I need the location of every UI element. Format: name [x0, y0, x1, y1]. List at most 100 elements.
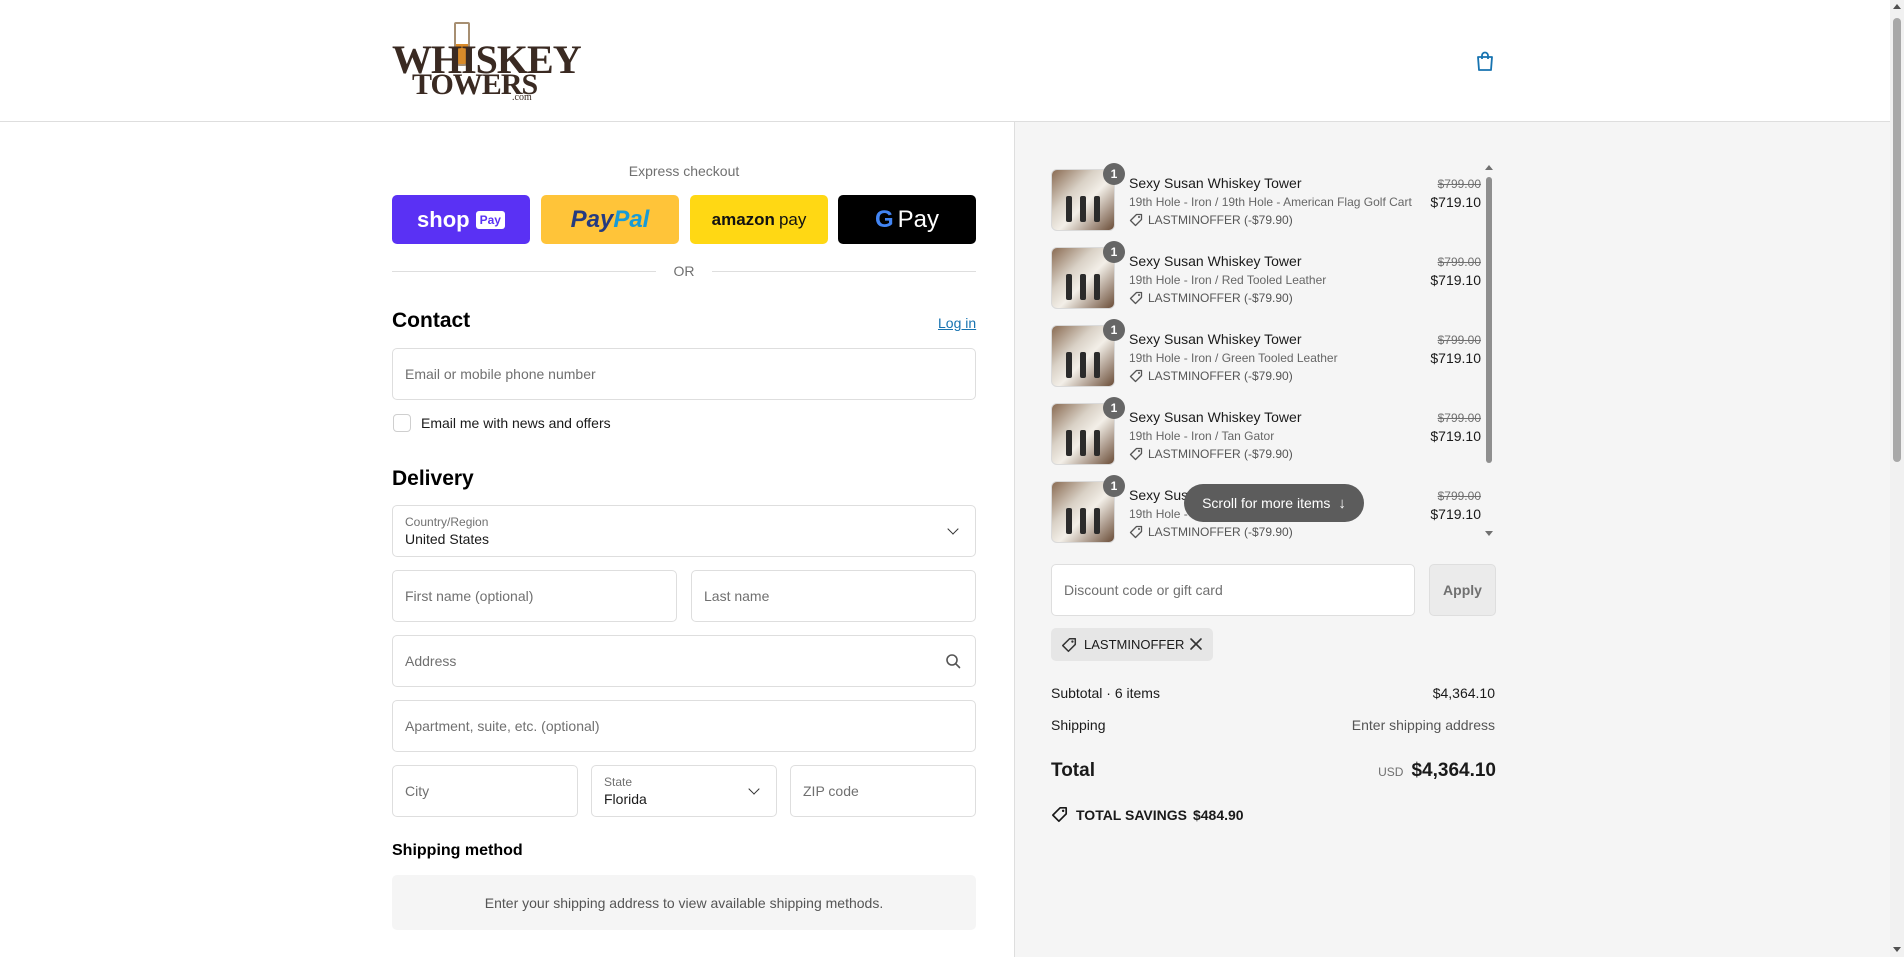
item-discount-text: LASTMINOFFER (-$79.90) — [1148, 213, 1293, 227]
apartment-field[interactable]: Apartment, suite, etc. (optional) — [392, 700, 976, 752]
email-placeholder: Email or mobile phone number — [405, 366, 596, 382]
item-price: $719.10 — [1430, 272, 1481, 288]
last-name-field[interactable]: Last name — [691, 570, 976, 622]
logo-text-com: .com — [512, 92, 532, 103]
zip-field[interactable]: ZIP code — [790, 765, 976, 817]
scroll-for-more-button[interactable]: Scroll for more items ↓ — [1184, 484, 1364, 522]
city-field[interactable]: City — [392, 765, 578, 817]
tag-icon — [1129, 213, 1143, 227]
item-variant: 19th Hole - Iron / Green Tooled Leather — [1129, 351, 1338, 365]
quantity-badge: 1 — [1103, 397, 1125, 419]
cart-item: 1 Sexy Susan Whiskey Tower 19th Hole - I… — [1051, 319, 1495, 387]
item-original-price: $799.00 — [1437, 411, 1481, 425]
savings-label: TOTAL SAVINGS — [1076, 806, 1187, 823]
scroll-hint-text: Scroll for more items — [1202, 495, 1331, 511]
item-original-price: $799.00 — [1437, 255, 1481, 269]
item-variant: 19th Hole - Iron / 19th Hole - American … — [1129, 195, 1412, 209]
log-in-link[interactable]: Log in — [938, 315, 976, 331]
scroll-down-arrow-icon[interactable] — [1485, 531, 1493, 536]
scroll-up-arrow-icon[interactable] — [1485, 165, 1493, 170]
item-name: Sexy Susan Whiskey Tower — [1129, 253, 1302, 269]
remove-discount-icon[interactable] — [1189, 637, 1203, 651]
item-original-price: $799.00 — [1437, 489, 1481, 503]
paypal-label-a: Pay — [570, 205, 614, 233]
paypal-button[interactable]: Pay Pal — [541, 195, 679, 244]
shop-pay-button[interactable]: shop Pay — [392, 195, 530, 244]
total-value: $4,364.10 — [1411, 760, 1496, 781]
country-select[interactable]: Country/Region United States — [392, 505, 976, 557]
shipping-value: Enter shipping address — [1351, 717, 1495, 733]
address-field[interactable]: Address — [392, 635, 976, 687]
item-name: Sexy Susan Whiskey Tower — [1129, 409, 1302, 425]
express-checkout-title: Express checkout — [628, 163, 740, 179]
item-discount: LASTMINOFFER (-$79.90) — [1129, 447, 1293, 461]
subtotal-label: Subtotal · 6 items — [1051, 685, 1160, 701]
tag-icon — [1129, 291, 1143, 305]
shipping-label: Shipping — [1051, 717, 1106, 733]
delivery-heading: Delivery — [392, 467, 474, 490]
zip-placeholder: ZIP code — [803, 783, 859, 799]
quantity-badge: 1 — [1103, 475, 1125, 497]
item-variant: 19th Hole - — [1129, 507, 1188, 521]
item-original-price: $799.00 — [1437, 333, 1481, 347]
currency-code: USD — [1378, 765, 1404, 779]
item-variant: 19th Hole - Iron / Tan Gator — [1129, 429, 1275, 443]
first-name-field[interactable]: First name (optional) — [392, 570, 677, 622]
page-scroll-down-icon[interactable] — [1893, 947, 1901, 952]
newsletter-checkbox[interactable] — [393, 414, 411, 432]
google-pay-button[interactable]: G Pay — [838, 195, 976, 244]
item-discount: LASTMINOFFER (-$79.90) — [1129, 369, 1293, 383]
whiskey-towers-logo[interactable]: WHISKEY TOWERS .com — [392, 20, 582, 103]
country-label: Country/Region — [405, 515, 489, 529]
amazon-label-a: amazon — [711, 209, 775, 229]
apply-discount-button[interactable]: Apply — [1429, 564, 1496, 616]
search-icon — [946, 654, 961, 669]
arrow-down-icon: ↓ — [1338, 494, 1346, 512]
discount-placeholder: Discount code or gift card — [1064, 582, 1223, 598]
total-label: Total — [1051, 760, 1095, 781]
cart-list-scrollbar[interactable] — [1485, 165, 1493, 540]
state-select[interactable]: State Florida — [591, 765, 777, 817]
google-pay-label: Pay — [897, 205, 940, 233]
item-variant: 19th Hole - Iron / Red Tooled Leather — [1129, 273, 1327, 287]
discount-code-input[interactable]: Discount code or gift card — [1051, 564, 1415, 616]
apartment-placeholder: Apartment, suite, etc. (optional) — [405, 718, 600, 734]
quantity-badge: 1 — [1103, 319, 1125, 341]
shipping-row: Shipping Enter shipping address — [1051, 717, 1495, 733]
subtotal-value: $4,364.10 — [1432, 685, 1495, 701]
contact-heading: Contact — [392, 309, 471, 332]
email-field[interactable]: Email or mobile phone number — [392, 348, 976, 400]
tag-icon — [1129, 447, 1143, 461]
shipping-method-heading: Shipping method — [392, 842, 523, 859]
shopping-bag-icon[interactable] — [1474, 50, 1496, 72]
cart-list-scroll-thumb[interactable] — [1486, 177, 1492, 463]
state-label: State — [604, 775, 633, 789]
first-name-placeholder: First name (optional) — [405, 588, 534, 604]
shop-pay-label: shop — [417, 206, 470, 232]
site-header: WHISKEY TOWERS .com — [0, 0, 1890, 122]
shipping-method-notice: Enter your shipping address to view avai… — [392, 875, 976, 930]
last-name-placeholder: Last name — [704, 588, 770, 604]
page-scroll-up-icon[interactable] — [1893, 4, 1901, 9]
item-discount-text: LASTMINOFFER (-$79.90) — [1148, 447, 1293, 461]
item-price: $719.10 — [1430, 428, 1481, 444]
page-scrollbar[interactable] — [1890, 0, 1904, 957]
total-savings: TOTAL SAVINGS $484.90 — [1051, 806, 1244, 823]
tag-icon — [1129, 369, 1143, 383]
item-discount-text: LASTMINOFFER (-$79.90) — [1148, 525, 1293, 539]
savings-value: $484.90 — [1192, 806, 1244, 823]
quantity-badge: 1 — [1103, 163, 1125, 185]
tag-icon — [1061, 637, 1077, 652]
city-placeholder: City — [405, 783, 430, 799]
amazon-pay-button[interactable]: amazon pay — [690, 195, 828, 244]
country-value: United States — [405, 531, 490, 547]
shop-pay-tag: Pay — [475, 210, 505, 229]
item-name: Sexy Susan Whiskey Tower — [1129, 175, 1302, 191]
item-discount: LASTMINOFFER (-$79.90) — [1129, 525, 1293, 539]
page-scroll-thumb[interactable] — [1893, 18, 1901, 462]
item-price: $719.10 — [1430, 506, 1481, 522]
chevron-down-icon — [947, 523, 959, 535]
quantity-badge: 1 — [1103, 241, 1125, 263]
item-original-price: $799.00 — [1437, 177, 1481, 191]
tag-icon — [1051, 806, 1068, 823]
